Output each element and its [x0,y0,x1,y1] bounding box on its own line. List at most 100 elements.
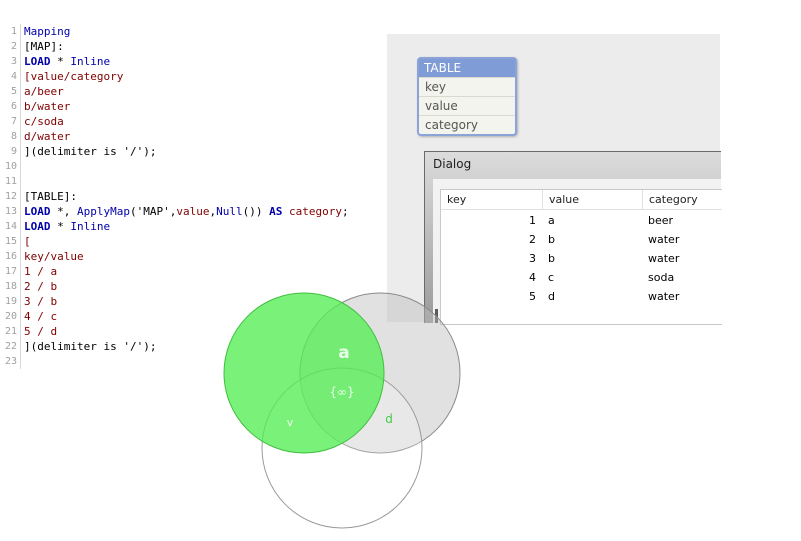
code-line[interactable]: 13 LOAD *, ApplyMap('MAP',value,Null()) A… [0,204,400,219]
code-text: [MAP]: [24,39,64,54]
table-row: 5 d water [441,287,722,306]
code-token: b/water [24,100,71,113]
line-number: 14 [4,221,17,232]
cell-category: water [648,290,680,303]
code-token: [TABLE]: [24,190,77,203]
code-token: ApplyMap [77,205,130,218]
code-line[interactable]: 20 4 / c [0,309,400,324]
cell-key: 4 [529,271,536,284]
code-text: ](delimiter is '/'); [24,339,156,354]
code-line[interactable]: 21 5 / d [0,324,400,339]
code-token: category [288,205,342,218]
cell-key: 5 [529,290,536,303]
code-line[interactable]: 11 [0,174,400,189]
code-line[interactable]: 5 a/beer [0,84,400,99]
code-token: Inline [70,55,111,68]
line-number: 23 [4,356,17,367]
code-line[interactable]: 7 c/soda [0,114,400,129]
code-text: 4 / c [24,309,57,324]
table-field-key[interactable]: key [419,77,515,96]
line-number: 22 [4,341,17,352]
line-number: 2 [10,41,17,52]
code-line[interactable]: 12 [TABLE]: [0,189,400,204]
code-line[interactable]: 4 [value/category [0,69,400,84]
cell-value: b [548,252,555,265]
code-line[interactable]: 14 LOAD * Inline [0,219,400,234]
line-number: 15 [4,236,17,247]
line-number: 9 [10,146,17,157]
cell-category: water [648,233,680,246]
line-number: 13 [4,206,17,217]
code-token: key/value [24,250,84,263]
code-token: 5 / d [24,325,58,338]
code-token: [MAP]: [24,40,64,53]
code-line[interactable]: 18 2 / b [0,279,400,294]
code-line[interactable]: 8 d/water [0,129,400,144]
table-field-category[interactable]: category [419,115,515,134]
code-line[interactable]: 17 1 / a [0,264,400,279]
dialog-body: key value category 1 a beer 2 b water 3 … [433,179,722,325]
venn-label-null: {∞} [329,385,354,399]
code-token: ](delimiter is '/'); [24,340,157,353]
cell-value: a [548,214,555,227]
line-number: 6 [10,101,17,112]
cell-key: 1 [529,214,536,227]
code-token: ; [341,205,349,218]
code-token: d/water [24,130,71,143]
scrollbar[interactable] [435,309,438,323]
code-text: [value/category [24,69,123,84]
line-number: 10 [4,161,17,172]
cell-key: 2 [529,233,536,246]
code-line[interactable]: 2 [MAP]: [0,39,400,54]
line-number: 17 [4,266,17,277]
code-token: LOAD [24,55,51,68]
code-line[interactable]: 6 b/water [0,99,400,114]
grid-header-row: key value category [441,190,722,210]
column-header-key[interactable]: key [441,190,542,209]
line-number: 20 [4,311,17,322]
code-line[interactable]: 10 [0,159,400,174]
code-token: * [50,220,71,233]
line-number: 3 [10,56,17,67]
code-text: LOAD * Inline [24,219,110,234]
code-token: 1 / a [24,265,58,278]
dialog-window[interactable]: Dialog key value category 1 a beer 2 b w… [424,151,722,325]
code-line[interactable]: 3 LOAD * Inline [0,54,400,69]
code-text: key/value [24,249,84,264]
script-editor[interactable]: 1 Mapping 2 [MAP]: 3 LOAD * Inline 4 [value/cat… [0,24,400,369]
code-text: [ [24,234,31,249]
code-line[interactable]: 16 key/value [0,249,400,264]
code-token: ()) [242,205,270,218]
cell-category: beer [648,214,674,227]
code-line[interactable]: 19 3 / b [0,294,400,309]
code-token: ](delimiter is '/'); [24,145,157,158]
table-box-title: TABLE [419,59,515,77]
code-line[interactable]: 23 [0,354,400,369]
line-number: 18 [4,281,17,292]
line-number: 16 [4,251,17,262]
line-number: 19 [4,296,17,307]
table-field-value[interactable]: value [419,96,515,115]
code-token: [ [24,235,31,248]
code-text: Mapping [24,24,70,39]
code-text: 1 / a [24,264,57,279]
code-token: value [176,205,210,218]
code-text: b/water [24,99,70,114]
column-header-category[interactable]: category [642,190,722,209]
code-token: a/beer [24,85,64,98]
code-line[interactable]: 22 ](delimiter is '/'); [0,339,400,354]
line-number-gutter-divider [20,24,21,369]
dialog-title: Dialog [433,157,472,171]
code-line[interactable]: 1 Mapping [0,24,400,39]
column-header-value[interactable]: value [542,190,642,209]
code-token: [value/category [24,70,124,83]
table-box-TABLE[interactable]: TABLE key value category [417,57,517,136]
code-token: c/soda [24,115,64,128]
code-text: LOAD *, ApplyMap('MAP',value,Null()) AS … [24,204,349,219]
code-token: Null [216,205,243,218]
line-number: 21 [4,326,17,337]
code-line[interactable]: 15 [ [0,234,400,249]
table-row: 3 b water [441,249,722,268]
line-number: 5 [10,86,17,97]
code-line[interactable]: 9 ](delimiter is '/'); [0,144,400,159]
